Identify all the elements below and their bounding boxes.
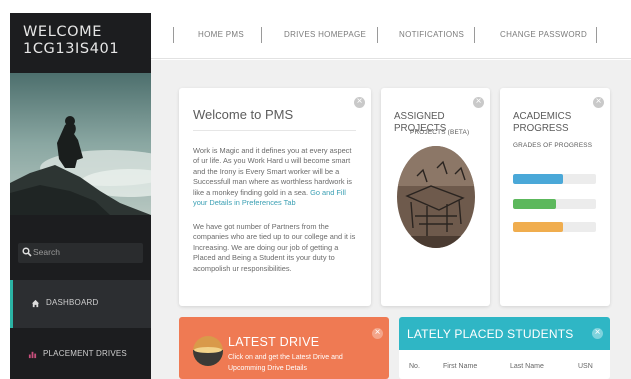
latest-drive-title: LATEST DRIVE — [228, 335, 320, 349]
search-input[interactable]: Search — [18, 243, 143, 263]
sidebar-item-label: DASHBOARD — [46, 298, 99, 307]
progress-bar-fill — [513, 199, 557, 209]
projects-image — [397, 146, 475, 248]
sidebar-item-dashboard[interactable]: DASHBOARD — [10, 280, 151, 328]
placed-students-header: LATELY PLACED STUDENTS — [399, 317, 610, 350]
latest-drive-panel[interactable]: LATEST DRIVE Click on and get the Latest… — [179, 317, 389, 379]
academics-progress-title: ACADEMICS PROGRESS — [513, 111, 571, 135]
close-icon[interactable] — [354, 95, 365, 108]
top-navigation: HOME PMS DRIVES HOMEPAGE NOTIFICATIONS C… — [151, 13, 631, 59]
close-icon[interactable] — [593, 95, 604, 108]
welcome-label: WELCOME — [23, 24, 102, 40]
divider — [193, 130, 356, 131]
close-icon[interactable] — [592, 326, 603, 339]
welcome-card: Welcome to PMS Work is Magic and it defi… — [179, 88, 371, 306]
academics-title-line-2: PROGRESS — [513, 123, 569, 134]
progress-bar-fill — [513, 222, 563, 232]
assigned-projects-subtitle: PROJECTS (BETA) — [410, 129, 470, 136]
sidebar: WELCOME 1CG13IS401 Search DASHBOARD PLAC… — [10, 13, 151, 379]
nav-link-notifications[interactable]: NOTIFICATIONS — [399, 30, 464, 39]
search-placeholder: Search — [33, 247, 60, 257]
nav-divider — [377, 27, 378, 43]
welcome-card-title: Welcome to PMS — [193, 107, 294, 122]
close-icon[interactable] — [473, 95, 484, 108]
column-header-no: No. — [409, 363, 420, 370]
search-icon — [22, 247, 32, 257]
user-id: 1CG13IS401 — [23, 41, 120, 57]
latest-drive-description: Click on and get the Latest Drive and Up… — [228, 354, 343, 372]
assigned-projects-card: ASSIGNED PROJECTS PROJECTS (BETA) — [381, 88, 490, 306]
nav-divider — [173, 27, 174, 43]
academics-subtitle: GRADES OF PROGRESS — [513, 142, 593, 149]
nav-link-home-pms[interactable]: HOME PMS — [198, 30, 244, 39]
close-icon[interactable] — [372, 326, 383, 339]
sidebar-item-placement-drives[interactable]: PLACEMENT DRIVES — [10, 331, 151, 379]
column-header-usn: USN — [578, 363, 593, 370]
nav-link-drives-homepage[interactable]: DRIVES HOMEPAGE — [284, 30, 366, 39]
lately-placed-students-panel: LATELY PLACED STUDENTS No. First Name La… — [399, 317, 610, 379]
progress-bar — [513, 174, 596, 184]
profile-hero-image — [10, 73, 151, 215]
nav-divider — [474, 27, 475, 43]
column-header-first-name: First Name — [443, 363, 478, 370]
nav-divider — [596, 27, 597, 43]
academics-progress-card: ACADEMICS PROGRESS GRADES OF PROGRESS — [500, 88, 610, 306]
placed-students-title: LATELY PLACED STUDENTS — [407, 327, 574, 341]
bar-chart-icon — [28, 351, 37, 359]
nav-link-change-password[interactable]: CHANGE PASSWORD — [500, 30, 587, 39]
sidebar-item-label: PLACEMENT DRIVES — [43, 349, 127, 358]
column-header-last-name: Last Name — [510, 363, 544, 370]
home-icon — [31, 299, 40, 308]
nav-divider — [261, 27, 262, 43]
progress-bar-fill — [513, 174, 563, 184]
welcome-heading: WELCOME 1CG13IS401 — [23, 24, 119, 58]
progress-bar — [513, 222, 596, 232]
welcome-paragraph-2: We have got number of Partners from the … — [193, 222, 356, 273]
progress-bar — [513, 199, 596, 209]
latest-drive-thumbnail — [193, 336, 223, 366]
welcome-card-text: Work is Magic and it defines you at ever… — [193, 146, 358, 208]
academics-title-line-1: ACADEMICS — [513, 111, 572, 122]
